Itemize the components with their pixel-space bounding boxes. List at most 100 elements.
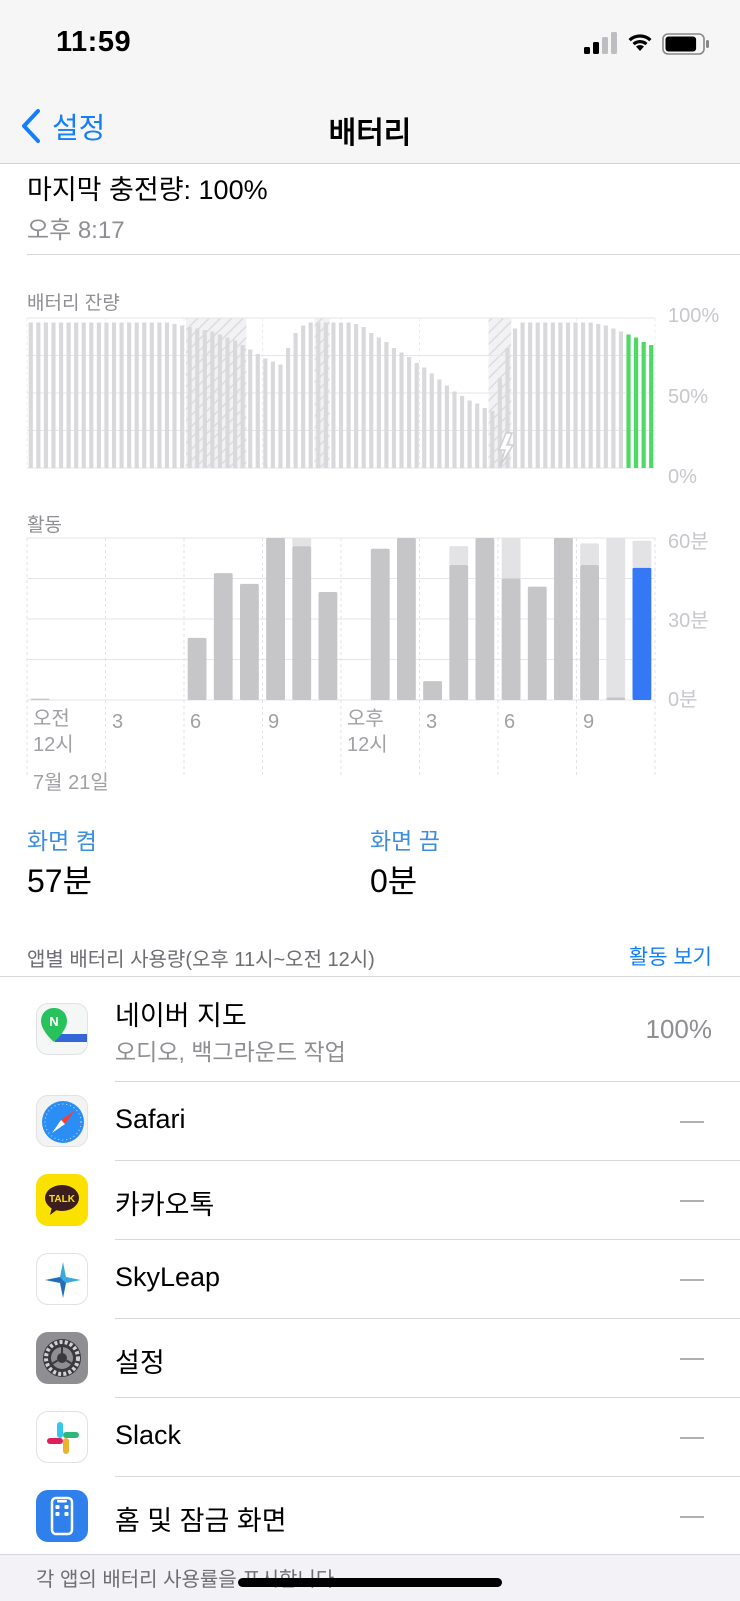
activity-x-tick: 6 [190, 711, 202, 733]
activity-bar-screen-on [553, 538, 573, 700]
battery-level-bar [407, 357, 412, 468]
battery-level-bar [535, 322, 540, 468]
battery-level-bar [89, 322, 94, 468]
battery-level-bar [649, 345, 654, 468]
battery-y-tick: 100% [668, 305, 720, 327]
battery-level-bar [376, 337, 381, 468]
battery-level-bar [104, 322, 109, 468]
activity-bar-screen-on [501, 578, 521, 700]
battery-level-bar [142, 322, 147, 468]
page-title: 배터리 [328, 117, 412, 150]
app-name: 카카오톡 [115, 1190, 215, 1220]
battery-level-bar [308, 322, 313, 468]
safari-icon [36, 1095, 88, 1147]
battery-level-bar [603, 325, 608, 468]
battery-level-bar [210, 331, 215, 468]
battery-level-bar [565, 322, 571, 468]
battery-level-bar [550, 322, 555, 468]
show-activity-button[interactable]: 활동 보기 [629, 941, 712, 971]
battery-level-bar [323, 322, 328, 468]
battery-level-bar [444, 385, 450, 468]
home-indicator[interactable] [238, 1578, 502, 1587]
home-lock-screen-icon [36, 1490, 88, 1542]
battery-level-bar [195, 328, 200, 468]
battery-level-bar [43, 322, 48, 468]
last-charge-label: 마지막 충전량: 100% [27, 175, 268, 205]
app-row-home-lock-screen[interactable]: 홈 및 잠금 화면 [0, 1477, 740, 1554]
battery-level-bar [127, 322, 132, 468]
activity-y-tick: 60분 [668, 531, 709, 553]
app-name: 홈 및 잠금 화면 [115, 1506, 287, 1536]
battery-level-bar [626, 334, 631, 468]
battery-level-bar [217, 334, 223, 468]
battery-level-bar [187, 327, 192, 468]
app-usage-none [680, 1279, 704, 1281]
battery-level-bar [369, 333, 374, 468]
svg-text:N: N [49, 1014, 58, 1029]
battery-level-bar [111, 322, 117, 468]
battery-level-bar [361, 327, 366, 468]
app-name: SkyLeap [115, 1262, 221, 1292]
battery-status-icon [662, 33, 709, 55]
activity-bar-screen-on [292, 546, 312, 700]
activity-bar-screen-on [606, 697, 626, 700]
battery-level-chart[interactable] [0, 300, 740, 490]
activity-bar-screen-on [318, 592, 338, 700]
naver-map-icon: N [36, 1003, 88, 1055]
screen-on-value: 57분 [27, 863, 93, 899]
battery-level-bar [293, 333, 298, 468]
battery-level-bar [149, 322, 154, 468]
app-usage-none [680, 1200, 704, 1202]
screen-on-label[interactable]: 화면 켬 [27, 822, 97, 856]
app-name: Safari [115, 1104, 186, 1134]
battery-level-bar [497, 378, 502, 468]
activity-bar-screen-off [292, 538, 312, 547]
battery-level-bar [248, 349, 253, 468]
battery-level-bar [66, 322, 71, 468]
app-row-safari[interactable]: Safari [0, 1082, 740, 1160]
battery-level-bar [399, 352, 404, 468]
app-usage-title: 앱별 배터리 사용량(오후 11시~오전 12시) [27, 949, 375, 971]
activity-y-tick: 30분 [668, 610, 709, 632]
activity-bar-screen-on [475, 538, 495, 700]
battery-level-bar [255, 354, 260, 468]
activity-bar-screen-off [501, 538, 521, 579]
battery-level-bar [512, 328, 518, 468]
activity-x-tick: 12시 [33, 734, 74, 756]
battery-level-bar [263, 358, 268, 468]
battery-level-bar [270, 361, 275, 468]
app-row-naver-map[interactable]: N 네이버 지도 오디오, 백그라운드 작업 100% [0, 978, 740, 1081]
screen-off-label[interactable]: 화면 끔 [370, 822, 440, 856]
battery-level-bar [422, 367, 427, 468]
battery-level-bar [558, 322, 563, 468]
activity-x-tick: 3 [426, 711, 438, 733]
battery-level-bar [96, 322, 101, 468]
battery-level-bar [74, 322, 79, 468]
last-charge-time: 오후 8:17 [27, 217, 125, 244]
divider [0, 976, 740, 977]
battery-level-bar [452, 391, 457, 468]
app-usage-percent: 100% [645, 1014, 713, 1044]
battery-level-bar [28, 322, 33, 468]
app-row-kakaotalk[interactable]: TALK 카카오톡 [0, 1161, 740, 1239]
battery-level-bar [172, 324, 177, 468]
kakaotalk-icon: TALK [36, 1174, 88, 1226]
battery-level-bar [414, 363, 419, 468]
app-usage-none [680, 1516, 704, 1518]
activity-x-tick: 6 [504, 711, 516, 733]
app-row-skyleap[interactable]: SkyLeap [0, 1240, 740, 1318]
app-name: 설정 [115, 1348, 165, 1378]
battery-level-bar [51, 322, 56, 468]
battery-level-bar [331, 322, 336, 468]
app-row-settings[interactable]: 설정 [0, 1319, 740, 1397]
app-usage-none [680, 1121, 704, 1123]
activity-bar-screen-on [580, 565, 600, 700]
battery-level-bar [520, 322, 525, 468]
battery-level-bar [634, 337, 639, 468]
battery-level-bar [316, 322, 321, 468]
battery-level-bar [573, 322, 578, 468]
app-detail: 오디오, 백그라운드 작업 [115, 1039, 346, 1065]
app-name: 네이버 지도 [115, 1001, 247, 1031]
cellular-signal-icon [584, 32, 617, 54]
app-row-slack[interactable]: Slack [0, 1398, 740, 1476]
